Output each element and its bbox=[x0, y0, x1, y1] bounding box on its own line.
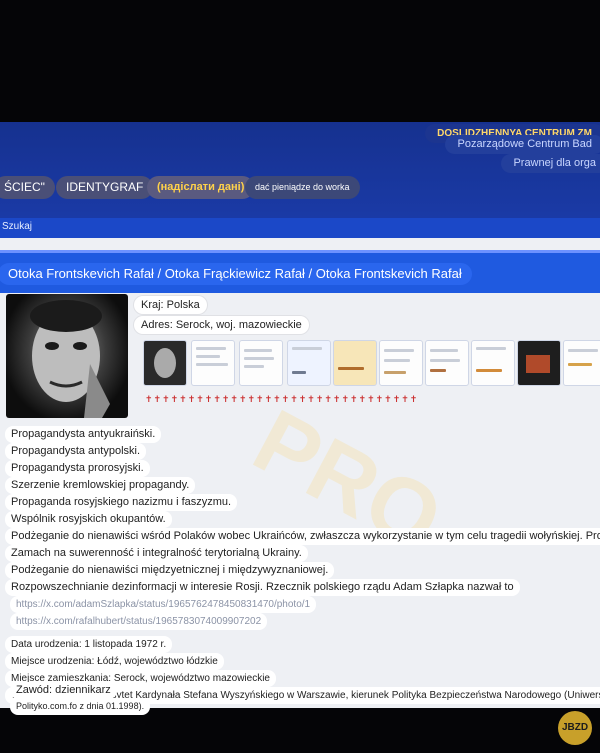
site-header: DOSLIDZHENNYA CENTRUM ZM Pozarządowe Cen… bbox=[0, 122, 600, 218]
gallery-thumb-4[interactable] bbox=[287, 340, 331, 386]
description-line-6: Wspólnik rosyjskich okupantów. bbox=[5, 511, 172, 528]
description-line-1: Propagandysta antyukraiński. bbox=[5, 426, 162, 443]
profile-name-title: Otoka Frontskevich Rafał / Otoka Frąckie… bbox=[0, 263, 472, 285]
gallery-thumb-6[interactable] bbox=[379, 340, 423, 386]
tab-send-data[interactable]: (надіслати дані) bbox=[147, 176, 255, 199]
gallery-thumb-5[interactable] bbox=[333, 340, 377, 386]
description-line-7: Podżeganie do nienawiści wśród Polaków w… bbox=[5, 528, 600, 545]
source-note: Polityko.com.fo z dnia 01.1998). bbox=[10, 698, 151, 715]
gallery-thumb-2[interactable] bbox=[191, 340, 235, 386]
gallery-thumb-7[interactable] bbox=[425, 340, 469, 386]
source-link-2[interactable]: https://x.com/rafalhubert/status/1965783… bbox=[10, 613, 268, 630]
description-line-10: Rozpowszechnianie dezinformacji w intere… bbox=[5, 579, 520, 596]
description-line-8: Zamach na suwerenność i integralność ter… bbox=[5, 545, 308, 562]
tab-osciec[interactable]: ŚCIEC" bbox=[0, 176, 55, 199]
description-line-2: Propagandysta antypolski. bbox=[5, 443, 147, 460]
address-chip: Adres: Serock, woj. mazowieckie bbox=[134, 316, 309, 334]
source-link-1[interactable]: https://x.com/adamSzlapka/status/1965762… bbox=[10, 596, 317, 613]
photo-thumb-icon bbox=[526, 355, 550, 373]
org-name-line-3: Prawnej dla orga bbox=[501, 154, 600, 173]
tab-identygraf[interactable]: IDENTYGRAF bbox=[56, 176, 154, 199]
site-logo: JBZD bbox=[558, 711, 592, 745]
gallery-thumb-1[interactable] bbox=[143, 340, 187, 386]
portrait-thumb-icon bbox=[154, 348, 176, 378]
description-line-3: Propagandysta prorosyjski. bbox=[5, 460, 150, 477]
profile-photo[interactable] bbox=[6, 294, 128, 418]
occupation: Zawód: dziennikarz bbox=[10, 682, 117, 699]
portrait-image-icon bbox=[30, 300, 110, 418]
flag-emoji-strip: ✝✝✝✝✝✝✝✝✝✝✝✝✝✝✝✝✝✝✝✝✝✝✝✝✝✝✝✝✝✝✝✝ bbox=[145, 394, 419, 404]
birth-date: Data urodzenia: 1 listopada 1972 r. bbox=[5, 636, 173, 653]
tab-donate[interactable]: dać pieniądze do worka bbox=[245, 176, 360, 199]
country-chip: Kraj: Polska bbox=[134, 296, 207, 314]
org-name-line-2: Pozarządowe Centrum Bad bbox=[445, 135, 600, 154]
search-label[interactable]: Szukaj bbox=[2, 221, 32, 232]
profile-title-bar: Otoka Frontskevich Rafał / Otoka Frąckie… bbox=[0, 250, 600, 293]
gallery-thumb-8[interactable] bbox=[471, 340, 515, 386]
gallery-thumb-9[interactable] bbox=[517, 340, 561, 386]
gallery-thumb-10[interactable] bbox=[563, 340, 600, 386]
search-bar[interactable]: Szukaj bbox=[0, 218, 600, 238]
gallery-thumb-3[interactable] bbox=[239, 340, 283, 386]
media-gallery bbox=[143, 340, 600, 392]
description-line-4: Szerzenie kremlowskiej propagandy. bbox=[5, 477, 196, 494]
browser-screen: DOSLIDZHENNYA CENTRUM ZM Pozarządowe Cen… bbox=[0, 122, 600, 708]
birth-place: Miejsce urodzenia: Łódź, województwo łód… bbox=[5, 653, 224, 670]
description-line-5: Propaganda rosyjskiego nazizmu i faszyzm… bbox=[5, 494, 238, 511]
profile-content: PRO Kraj: Polska Adres: Serock, woj. maz… bbox=[0, 290, 600, 708]
description-line-9: Podżeganie do nienawiści międzyetnicznej… bbox=[5, 562, 335, 579]
